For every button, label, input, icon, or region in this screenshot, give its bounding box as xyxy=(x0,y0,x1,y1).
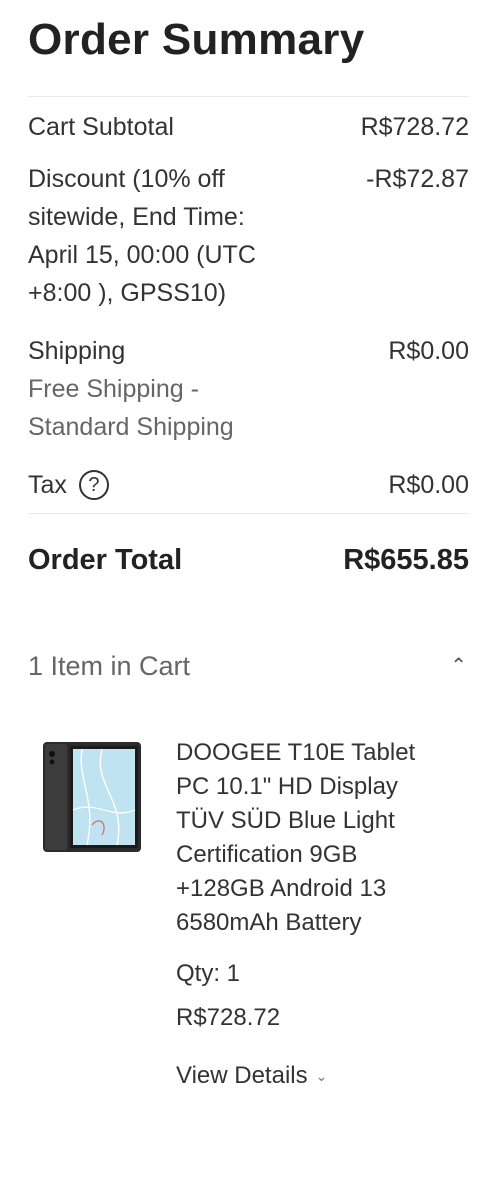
view-details-label: View Details xyxy=(176,1062,308,1089)
tax-label: Tax xyxy=(28,471,67,499)
order-total-value: R$655.85 xyxy=(343,544,469,576)
shipping-method: Free Shipping - Standard Shipping xyxy=(28,375,234,441)
item-quantity: Qty: 1 xyxy=(176,960,241,987)
discount-label: Discount (10% off sitewide, End Time: Ap… xyxy=(28,165,256,307)
subtotal-label: Cart Subtotal xyxy=(28,113,174,141)
order-total-row: Order Total R$655.85 xyxy=(28,540,469,580)
shipping-row: Shipping Free Shipping - Standard Shippi… xyxy=(28,332,469,446)
item-price: R$728.72 xyxy=(176,1004,281,1031)
product-thumbnail[interactable] xyxy=(42,740,142,854)
shipping-label: Shipping xyxy=(28,337,126,365)
discount-row: Discount (10% off sitewide, End Time: Ap… xyxy=(28,160,469,312)
cart-count-label: 1 Item in Cart xyxy=(28,651,191,681)
tax-row: Tax ? R$0.00 xyxy=(28,466,469,504)
cart-item: DOOGEE T10E Tablet PC 10.1" HD Display T… xyxy=(28,736,469,1092)
chevron-up-icon[interactable]: ⌃ xyxy=(450,646,467,686)
subtotal-row: Cart Subtotal R$728.72 xyxy=(28,108,469,146)
view-details-button[interactable]: View Details ⌄ xyxy=(176,1060,327,1092)
tax-label-group: Tax ? xyxy=(28,466,109,504)
page-title: Order Summary xyxy=(28,15,365,64)
item-info: DOOGEE T10E Tablet PC 10.1" HD Display T… xyxy=(176,736,436,1092)
help-icon[interactable]: ? xyxy=(78,470,109,500)
shipping-labels: Shipping Free Shipping - Standard Shippi… xyxy=(28,332,278,446)
order-summary-panel: Order Summary Cart Subtotal R$728.72 Dis… xyxy=(28,0,469,1092)
cart-toggle[interactable]: 1 Item in Cart ⌃ xyxy=(28,646,469,686)
shipping-value: R$0.00 xyxy=(388,337,469,365)
discount-value: -R$72.87 xyxy=(366,165,469,193)
divider xyxy=(28,96,469,97)
divider xyxy=(28,513,469,514)
order-total-label: Order Total xyxy=(28,544,183,576)
chevron-down-icon: ⌄ xyxy=(315,1068,328,1084)
subtotal-value: R$728.72 xyxy=(360,113,469,141)
tax-value: R$0.00 xyxy=(388,471,469,499)
product-name[interactable]: DOOGEE T10E Tablet PC 10.1" HD Display T… xyxy=(176,736,436,940)
